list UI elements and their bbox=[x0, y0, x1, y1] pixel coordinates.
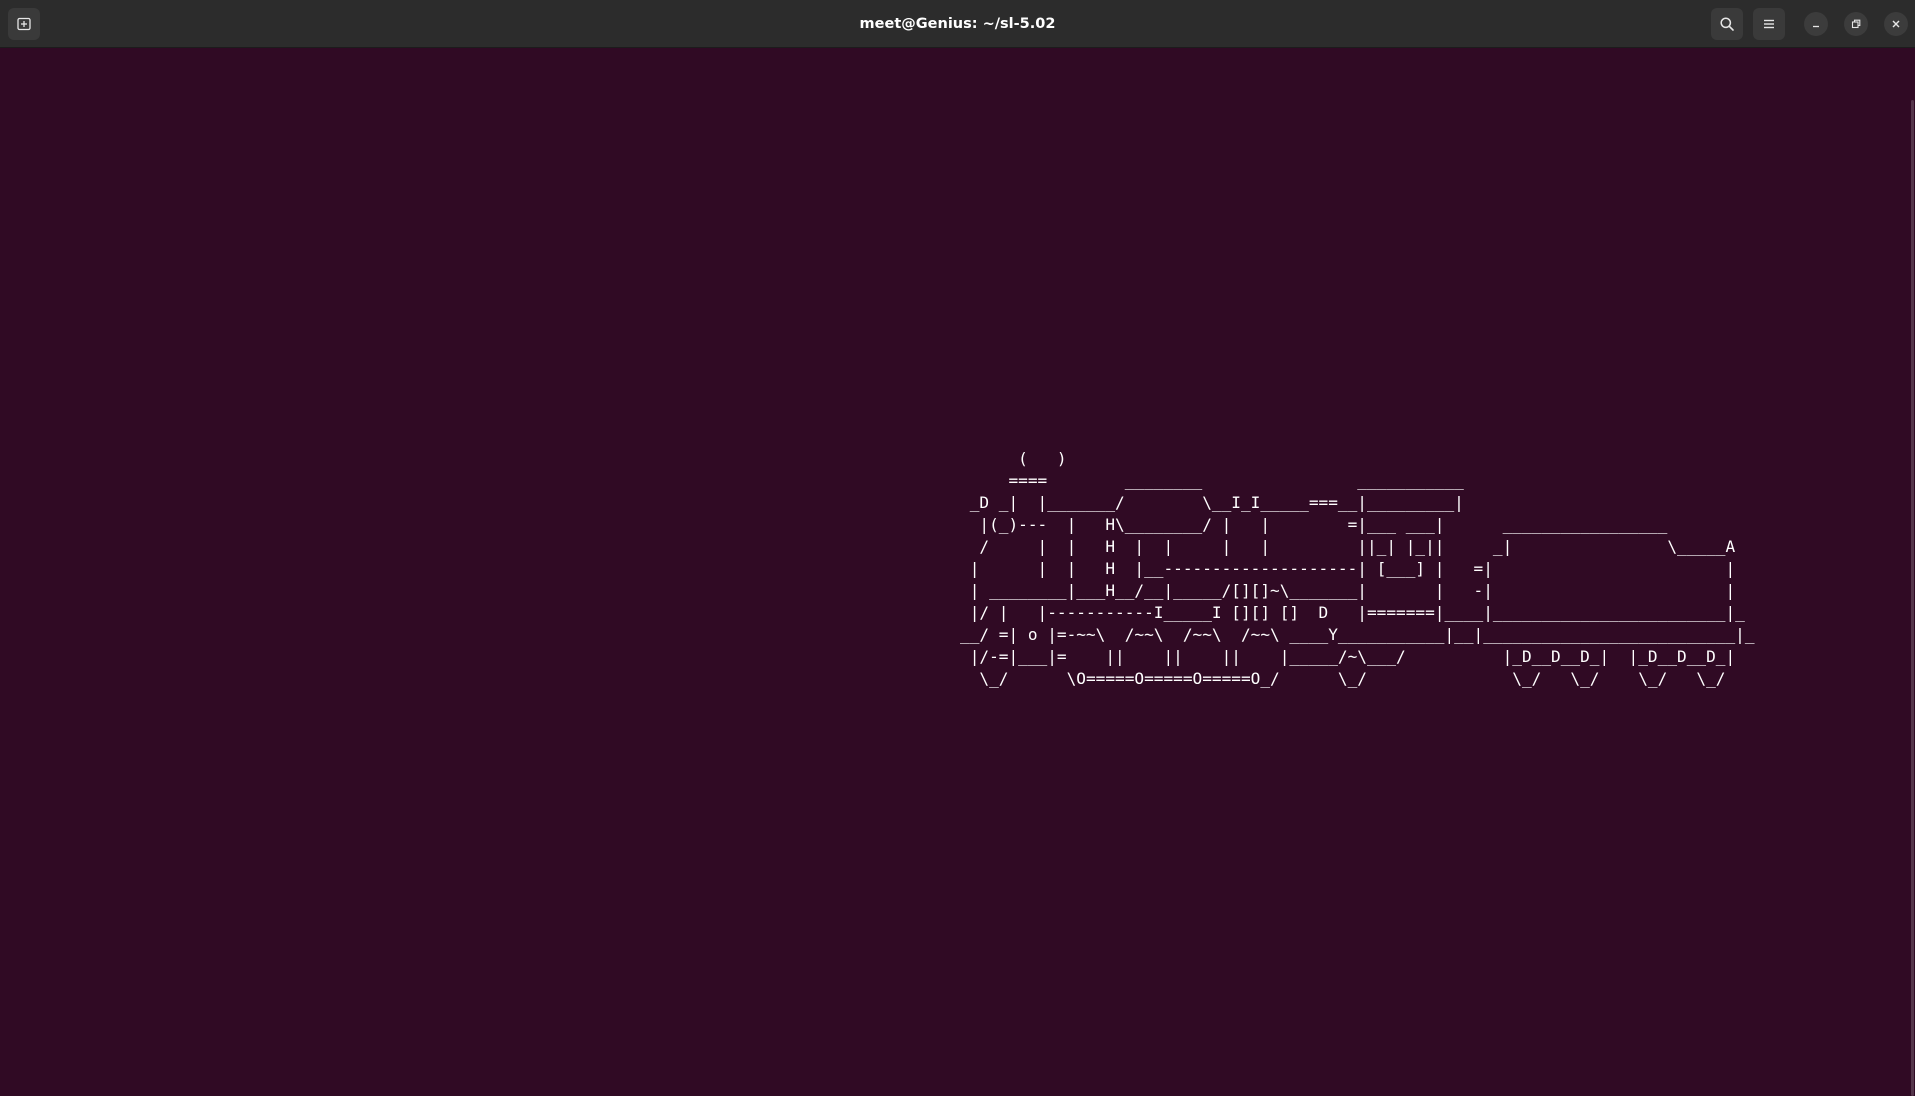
train-art-line: |(_)--- | H\________/ | | =|___ ___| ___… bbox=[960, 515, 1668, 534]
minimize-icon bbox=[1810, 18, 1822, 30]
train-art-line: ( ) bbox=[960, 449, 1067, 468]
train-art-line: |/ | |-----------I_____I [][] [] D |====… bbox=[960, 603, 1745, 622]
train-art-line: _D _| |_______/ \__I_I_____===__|_______… bbox=[960, 493, 1464, 512]
terminal-scrollbar[interactable] bbox=[1909, 48, 1915, 1096]
train-art-line: | ________|___H__/__|_____/[][]~\_______… bbox=[960, 581, 1736, 600]
sl-steam-locomotive-ascii-art: ( ) ==== ________ ___________ _D _| |___… bbox=[960, 448, 1755, 690]
close-icon bbox=[1890, 18, 1902, 30]
hamburger-menu-icon bbox=[1761, 16, 1777, 32]
new-tab-button[interactable] bbox=[8, 8, 40, 40]
minimize-button[interactable] bbox=[1804, 12, 1828, 36]
train-art-line: |/-=|___|= || || || |_____/~\___/ |_D__D… bbox=[960, 647, 1736, 666]
window-title: meet@Genius: ~/sl-5.02 bbox=[859, 16, 1056, 32]
new-tab-icon bbox=[16, 16, 32, 32]
train-art-line: / | | H | | | | ||_| |_|| _| \_____A bbox=[960, 537, 1736, 556]
menu-button[interactable] bbox=[1753, 8, 1785, 40]
search-button[interactable] bbox=[1711, 8, 1743, 40]
search-icon bbox=[1719, 16, 1735, 32]
title-bar[interactable]: meet@Genius: ~/sl-5.02 bbox=[0, 0, 1915, 48]
scrollbar-thumb[interactable] bbox=[1911, 100, 1914, 1096]
terminal-output-area[interactable]: ( ) ==== ________ ___________ _D _| |___… bbox=[0, 48, 1909, 1054]
restore-icon bbox=[1850, 18, 1862, 30]
close-button[interactable] bbox=[1884, 12, 1908, 36]
train-art-line: \_/ \O=====O=====O=====O_/ \_/ \_/ \_/ \… bbox=[960, 669, 1726, 688]
restore-button[interactable] bbox=[1844, 12, 1868, 36]
train-art-line: __/ =| o |=-~~\ /~~\ /~~\ /~~\ ____Y____… bbox=[960, 625, 1755, 644]
train-art-line: ==== ________ ___________ bbox=[960, 471, 1464, 490]
terminal-window: meet@Genius: ~/sl-5.02 () ==== ________… bbox=[0, 0, 1915, 1096]
train-art-line: | | | H |__--------------------| [___] |… bbox=[960, 559, 1736, 578]
